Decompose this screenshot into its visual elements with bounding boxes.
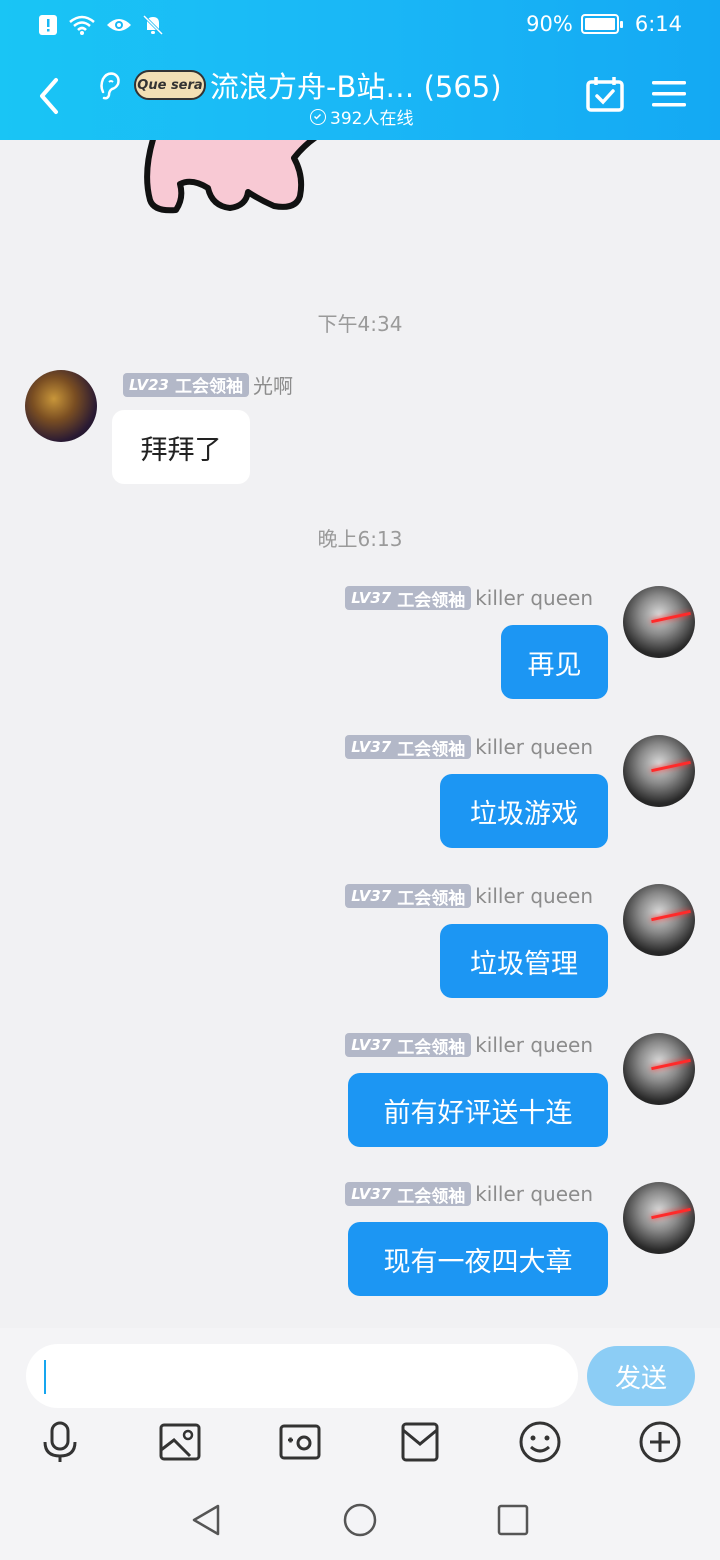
role: 工会领袖	[397, 739, 466, 760]
sender-name[interactable]: killer queen	[475, 1033, 593, 1057]
group-title[interactable]: 流浪方舟-B站… (565)	[210, 64, 502, 106]
earpiece-mode-icon[interactable]	[94, 68, 124, 102]
sender-meta: LV37 工会领袖 killer queen	[345, 735, 593, 760]
avatar[interactable]	[623, 1182, 695, 1254]
level: LV37	[351, 887, 392, 905]
back-arrow-icon[interactable]	[30, 72, 70, 120]
message-bubble[interactable]: 现有一夜四大章	[348, 1222, 608, 1296]
camera-icon[interactable]	[278, 1420, 322, 1464]
composer: 发送	[0, 1328, 720, 1480]
role: 工会领袖	[397, 590, 466, 611]
system-nav-bar	[0, 1480, 720, 1560]
text-caret	[44, 1360, 46, 1394]
role: 工会领袖	[397, 1186, 466, 1207]
sender-meta: LV37 工会领袖 killer queen	[345, 1033, 593, 1058]
timestamp: 下午4:34	[317, 312, 403, 336]
avatar[interactable]	[623, 884, 695, 956]
timestamp: 晚上6:13	[317, 527, 403, 551]
level-badge: LV37 工会领袖	[345, 1182, 472, 1207]
menu-icon[interactable]	[652, 80, 686, 108]
calendar-check-icon[interactable]	[586, 76, 624, 112]
avatar[interactable]	[623, 735, 695, 807]
sender-name[interactable]: killer queen	[475, 586, 593, 610]
battery-fill	[584, 18, 616, 30]
level: LV37	[351, 1036, 392, 1054]
avatar[interactable]	[25, 370, 97, 442]
sim-alert-icon	[39, 15, 57, 35]
level: LV23	[129, 375, 169, 394]
member-count: (565)	[423, 70, 502, 104]
sender-meta: LV37 工会领袖 killer queen	[345, 586, 593, 611]
plus-icon[interactable]	[638, 1420, 682, 1464]
level-badge: LV23 工会领袖	[123, 372, 249, 397]
wifi-icon	[69, 15, 95, 35]
image-icon[interactable]	[158, 1420, 202, 1464]
chat-header: 90% 6:14 Que sera 流浪方舟-B站… (565) 392人在线	[0, 0, 720, 140]
level-badge: LV37 工会领袖	[345, 586, 472, 611]
battery-icon	[580, 14, 623, 34]
sender-name[interactable]: killer queen	[475, 735, 593, 759]
level-badge: LV37 工会领袖	[345, 884, 472, 909]
red-packet-icon[interactable]	[398, 1420, 442, 1464]
message-list[interactable]: 下午4:34 LV23 工会领袖 光啊 拜拜了 晚上6:13 LV37 工会领袖 k…	[0, 140, 720, 1328]
level: LV37	[351, 589, 392, 607]
message-bubble[interactable]: 拜拜了	[112, 410, 250, 484]
sender-name[interactable]: 光啊	[253, 370, 293, 399]
message-input[interactable]	[26, 1344, 578, 1408]
message-bubble[interactable]: 垃圾管理	[440, 924, 608, 998]
sticker-image[interactable]	[132, 140, 336, 250]
sender-meta: LV37 工会领袖 killer queen	[345, 884, 593, 909]
message-bubble[interactable]: 垃圾游戏	[440, 774, 608, 848]
sender-name[interactable]: killer queen	[475, 884, 593, 908]
group-logo[interactable]: Que sera	[134, 70, 206, 100]
online-count: 392人在线	[310, 104, 413, 129]
level: LV37	[351, 1185, 392, 1203]
nav-row: Que sera 流浪方舟-B站… (565) 392人在线	[0, 52, 720, 140]
avatar[interactable]	[623, 1033, 695, 1105]
level-badge: LV37 工会领袖	[345, 1033, 472, 1058]
role: 工会领袖	[397, 1037, 466, 1058]
message-bubble[interactable]: 前有好评送十连	[348, 1073, 608, 1147]
microphone-icon[interactable]	[38, 1420, 82, 1464]
nav-back-icon[interactable]	[188, 1502, 224, 1538]
clock: 6:14	[634, 12, 682, 36]
group-name: 流浪方舟-B站…	[210, 70, 415, 104]
status-bar: 90% 6:14	[0, 0, 720, 50]
sender-name[interactable]: killer queen	[475, 1182, 593, 1206]
muted-bell-icon	[142, 14, 164, 36]
online-text: 392人在线	[330, 109, 414, 129]
online-check-icon	[310, 108, 326, 125]
avatar[interactable]	[623, 586, 695, 658]
sender-meta: LV37 工会领袖 killer queen	[345, 1182, 593, 1207]
nav-recents-icon[interactable]	[495, 1502, 531, 1538]
send-button[interactable]: 发送	[587, 1346, 695, 1406]
eye-icon	[107, 19, 131, 31]
emoji-icon[interactable]	[518, 1420, 562, 1464]
level-badge: LV37 工会领袖	[345, 735, 472, 760]
level: LV37	[351, 738, 392, 756]
message-bubble[interactable]: 再见	[501, 625, 608, 699]
nav-home-icon[interactable]	[342, 1502, 378, 1538]
sender-meta: LV23 工会领袖 光啊	[123, 370, 293, 399]
role: 工会领袖	[174, 377, 243, 397]
toolbar	[0, 1420, 720, 1470]
role: 工会领袖	[397, 888, 466, 909]
battery-percent: 90%	[526, 12, 573, 36]
